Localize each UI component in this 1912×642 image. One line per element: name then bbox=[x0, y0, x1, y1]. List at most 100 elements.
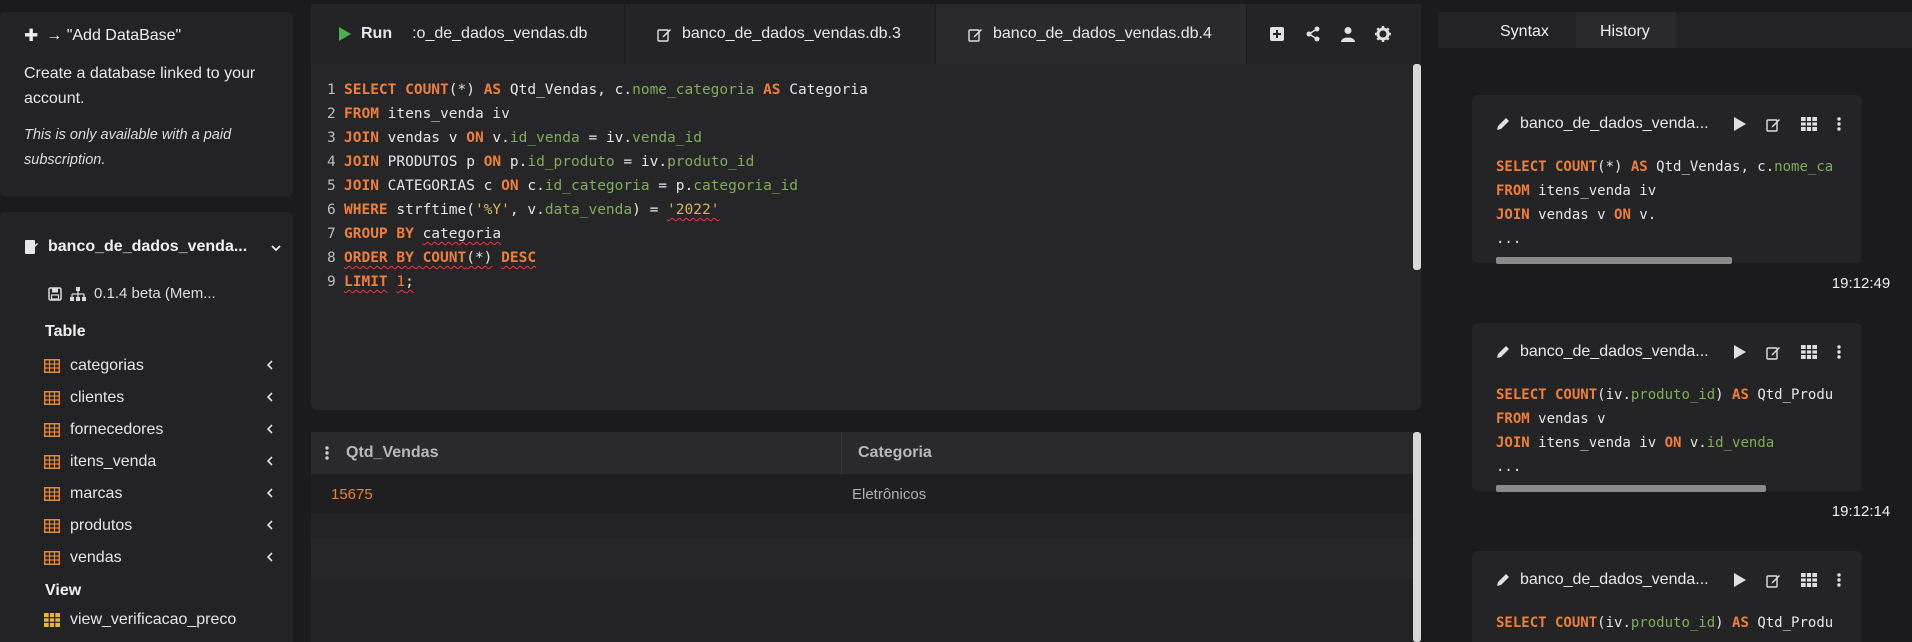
editor-area: Run :o_de_dados_vendas.db banco_de_dados… bbox=[311, 0, 1421, 642]
history-code: SELECT COUNT(*) AS Qtd_Vendas, c.nome_ca… bbox=[1496, 159, 1834, 247]
column-divider[interactable] bbox=[841, 432, 842, 474]
history-card-header: banco_de_dados_venda... bbox=[1496, 115, 1846, 133]
view-table-icon bbox=[44, 613, 60, 627]
run-button[interactable]: Run bbox=[339, 25, 392, 43]
tab-vendas-db-3[interactable]: banco_de_dados_vendas.db.3 bbox=[625, 4, 935, 64]
tab-vendas-db[interactable]: Run :o_de_dados_vendas.db bbox=[311, 4, 624, 64]
code-line: 6 WHERE strftime('%Y', v.data_venda) = '2… bbox=[327, 202, 720, 218]
history-time: 19:12:14 bbox=[1820, 497, 1902, 527]
more-vertical-icon[interactable] bbox=[1837, 573, 1841, 587]
column-header-qtd-vendas[interactable]: Qtd_Vendas bbox=[346, 444, 438, 462]
grid-icon[interactable] bbox=[1801, 573, 1817, 587]
results-grid: Qtd_Vendas Categoria 15675 Eletrônicos bbox=[311, 432, 1421, 642]
edit-icon[interactable] bbox=[1766, 345, 1781, 360]
history-code: SELECT COUNT(iv.produto_id) AS Qtd_Produ bbox=[1496, 615, 1834, 631]
play-icon bbox=[339, 27, 351, 41]
add-database-title[interactable]: ✚ → "Add DataBase" bbox=[24, 26, 269, 46]
sidebar: ✚ → "Add DataBase" Create a database lin… bbox=[0, 0, 293, 642]
grid-icon[interactable] bbox=[1801, 117, 1817, 131]
editor-scrollbar[interactable] bbox=[1413, 64, 1421, 270]
chevron-left-icon[interactable] bbox=[265, 391, 275, 403]
database-name: banco_de_dados_venda... bbox=[48, 238, 248, 255]
history-scrollbar[interactable] bbox=[1496, 257, 1732, 264]
gear-icon[interactable] bbox=[1375, 26, 1391, 42]
code-line: 5 JOIN CATEGORIAS c ON c.id_categoria = p… bbox=[327, 178, 798, 194]
add-database-card[interactable]: ✚ → "Add DataBase" Create a database lin… bbox=[0, 12, 293, 197]
cell-categoria[interactable]: Eletrônicos bbox=[852, 486, 926, 503]
right-tabs: Syntax History bbox=[1438, 12, 1912, 48]
column-menu-icon[interactable] bbox=[325, 446, 329, 460]
history-card-header: banco_de_dados_venda... bbox=[1496, 343, 1846, 361]
table-icon bbox=[44, 359, 60, 373]
results-header: Qtd_Vendas Categoria bbox=[311, 432, 1413, 474]
save-icon[interactable] bbox=[48, 286, 62, 301]
chevron-left-icon[interactable] bbox=[265, 487, 275, 499]
table-icon bbox=[44, 519, 60, 533]
column-header-categoria[interactable]: Categoria bbox=[858, 444, 932, 462]
play-icon[interactable] bbox=[1734, 573, 1746, 587]
history-code: SELECT COUNT(iv.produto_id) AS Qtd_Produ… bbox=[1496, 387, 1834, 475]
pencil-icon bbox=[1497, 346, 1509, 358]
schema-diagram-icon[interactable] bbox=[70, 286, 86, 301]
tab-history[interactable]: History bbox=[1576, 12, 1676, 48]
editor-tabbar: Run :o_de_dados_vendas.db banco_de_dados… bbox=[311, 0, 1421, 64]
more-vertical-icon[interactable] bbox=[1837, 117, 1841, 131]
table-item-fornecedores[interactable]: fornecedores bbox=[0, 414, 293, 446]
code-line: 3 JOIN vendas v ON v.id_venda = iv.venda_… bbox=[327, 130, 702, 146]
code-line: 1 SELECT COUNT(*) AS Qtd_Vendas, c.nome_c… bbox=[327, 82, 868, 98]
grid-icon[interactable] bbox=[1801, 345, 1817, 359]
new-tab-icon[interactable] bbox=[1269, 26, 1285, 42]
table-item-categorias[interactable]: categorias bbox=[0, 350, 293, 382]
sql-editor[interactable]: 1 SELECT COUNT(*) AS Qtd_Vendas, c.nome_c… bbox=[311, 64, 1421, 410]
view-item-verificacao-preco[interactable]: view_verificacao_preco bbox=[44, 611, 236, 629]
history-card[interactable]: banco_de_dados_venda... SELECT COUNT(*) … bbox=[1472, 95, 1902, 299]
chevron-left-icon[interactable] bbox=[265, 359, 275, 371]
table-icon bbox=[44, 487, 60, 501]
code-line: 2 FROM itens_venda iv bbox=[327, 106, 510, 122]
table-item-itens-venda[interactable]: itens_venda bbox=[0, 446, 293, 478]
database-panel: banco_de_dados_venda... 0.1.4 beta (Mem.… bbox=[0, 212, 293, 642]
history-card-header: banco_de_dados_venda... bbox=[1496, 571, 1846, 589]
edit-icon bbox=[968, 28, 982, 42]
table-item-marcas[interactable]: marcas bbox=[0, 478, 293, 510]
history-card[interactable]: banco_de_dados_venda... SELECT COUNT(iv.… bbox=[1472, 551, 1862, 642]
play-icon[interactable] bbox=[1734, 345, 1746, 359]
edit-icon[interactable] bbox=[1766, 117, 1781, 132]
table-item-vendas[interactable]: vendas bbox=[0, 542, 293, 574]
tab-label: banco_de_dados_vendas.db.4 bbox=[993, 25, 1212, 42]
view-section-label: View bbox=[45, 582, 82, 599]
database-header[interactable]: banco_de_dados_venda... bbox=[24, 238, 282, 256]
plus-icon: ✚ bbox=[24, 26, 39, 45]
app-root: ✚ → "Add DataBase" Create a database lin… bbox=[0, 0, 1912, 642]
more-vertical-icon[interactable] bbox=[1837, 345, 1841, 359]
add-database-note: This is only available with a paid subsc… bbox=[24, 127, 232, 168]
tab-vendas-db-4[interactable]: banco_de_dados_vendas.db.4 bbox=[936, 4, 1246, 64]
table-item-produtos[interactable]: produtos bbox=[0, 510, 293, 542]
table-row[interactable]: 15675 Eletrônicos bbox=[311, 474, 1413, 514]
edit-icon[interactable] bbox=[1766, 573, 1781, 588]
pencil-icon bbox=[1497, 574, 1509, 586]
code-line: 8 ORDER BY COUNT(*) DESC bbox=[327, 250, 537, 266]
history-card[interactable]: banco_de_dados_venda... SELECT COUNT(iv.… bbox=[1472, 323, 1902, 527]
table-item-clientes[interactable]: clientes bbox=[0, 382, 293, 414]
database-version: 0.1.4 beta (Mem... bbox=[94, 285, 216, 302]
results-scrollbar[interactable] bbox=[1413, 432, 1421, 642]
table-icon bbox=[44, 423, 60, 437]
play-icon[interactable] bbox=[1734, 117, 1746, 131]
chevron-left-icon[interactable] bbox=[265, 455, 275, 467]
chevron-left-icon[interactable] bbox=[265, 423, 275, 435]
history-scrollbar[interactable] bbox=[1496, 485, 1766, 492]
user-icon[interactable] bbox=[1341, 26, 1355, 42]
editor-toolbar bbox=[1247, 4, 1421, 64]
tab-label: banco_de_dados_vendas.db.3 bbox=[682, 25, 901, 42]
code-line: 7 GROUP BY categoria bbox=[327, 226, 502, 242]
right-panel: Syntax History banco_de_dados_venda... S… bbox=[1438, 0, 1912, 642]
chevron-down-icon[interactable] bbox=[270, 242, 282, 254]
database-edit-icon bbox=[25, 240, 38, 254]
chevron-left-icon[interactable] bbox=[265, 551, 275, 563]
code-line: 9 LIMIT 1; bbox=[327, 274, 414, 290]
chevron-left-icon[interactable] bbox=[265, 519, 275, 531]
database-meta: 0.1.4 beta (Mem... bbox=[48, 285, 216, 302]
cell-qtd-vendas[interactable]: 15675 bbox=[331, 486, 373, 503]
share-icon[interactable] bbox=[1305, 26, 1321, 42]
